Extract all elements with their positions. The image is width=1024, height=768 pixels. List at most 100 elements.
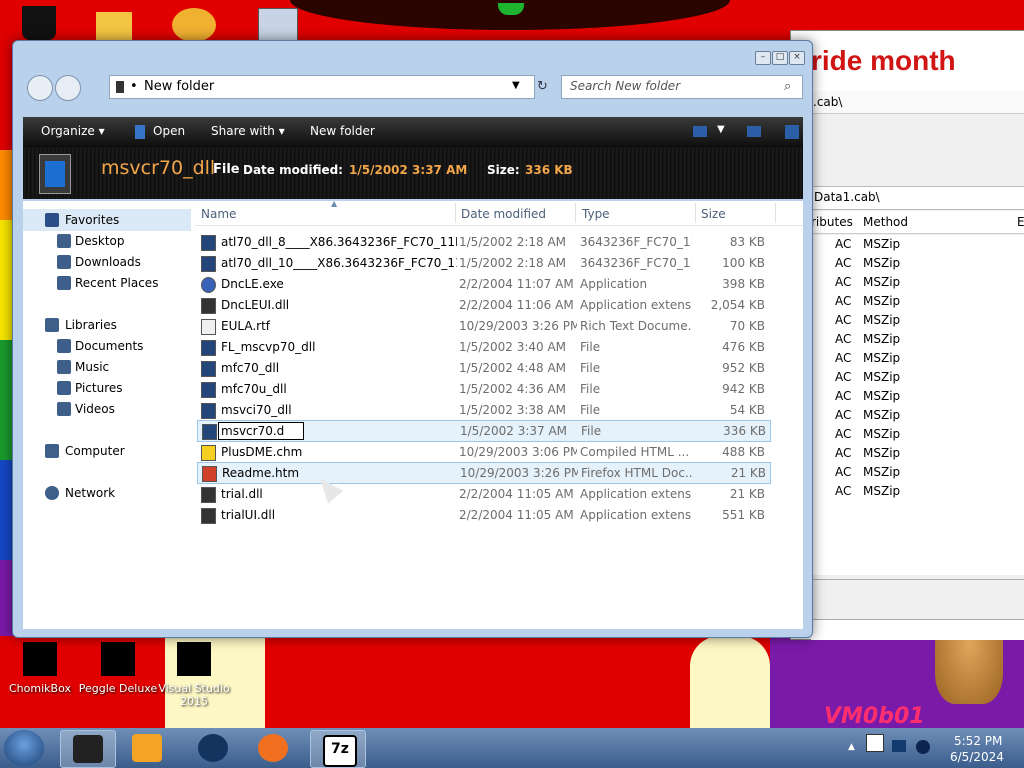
- details-pane: msvcr70_dll File Date modified: 1/5/2002…: [23, 147, 803, 199]
- list-item[interactable]: AC MSZip: [811, 330, 1024, 349]
- view-icon[interactable]: [693, 126, 707, 137]
- table-row[interactable]: FL_mscvp70_dll 1/5/2002 3:40 AM File 476…: [197, 337, 769, 357]
- desktop-icon-chomikbox[interactable]: ChomikBox: [0, 642, 80, 695]
- folder-icon[interactable]: [96, 12, 132, 42]
- list-item[interactable]: AC MSZip: [811, 311, 1024, 330]
- sidebar-item-downloads[interactable]: Downloads: [23, 252, 195, 272]
- videos-icon: [57, 402, 71, 416]
- column-header-date-modified[interactable]: Date modified: [461, 207, 546, 221]
- taskbar-explorer-button[interactable]: [60, 730, 116, 768]
- share-with-button[interactable]: Share with ▾: [211, 124, 285, 138]
- refresh-icon[interactable]: ↻: [537, 79, 548, 94]
- row-method: MSZip: [863, 484, 901, 498]
- control-panel-icon[interactable]: [258, 8, 298, 44]
- sidebar-item-documents[interactable]: Documents: [23, 336, 195, 356]
- background-address-bar[interactable]: .cab\: [791, 91, 1024, 114]
- column-header-type[interactable]: Type: [582, 207, 610, 221]
- table-row[interactable]: msvci70_dll 1/5/2002 3:38 AM File 54 KB: [197, 400, 769, 420]
- table-row[interactable]: mfc70u_dll 1/5/2002 4:36 AM File 942 KB: [197, 379, 769, 399]
- background-window[interactable]: ride month .cab\ Data1.cab\ ributes Meth…: [790, 30, 1024, 640]
- list-item[interactable]: AC MSZip: [811, 482, 1024, 501]
- list-item[interactable]: AC MSZip: [811, 444, 1024, 463]
- row-attr: AC: [835, 389, 852, 403]
- file-icon: [201, 382, 216, 398]
- close-button[interactable]: ×: [789, 51, 805, 65]
- file-size: 952 KB: [722, 361, 765, 375]
- sidebar-item-computer[interactable]: Computer: [23, 441, 195, 461]
- table-row[interactable]: DncLE.exe 2/2/2004 11:07 AM Application …: [197, 274, 769, 294]
- network-tray-icon[interactable]: [892, 740, 906, 752]
- dll-icon: [201, 487, 216, 503]
- column-header-method[interactable]: Method: [863, 215, 908, 229]
- taskbar-globe-button[interactable]: [186, 730, 240, 766]
- list-item[interactable]: AC MSZip: [811, 235, 1024, 254]
- list-item[interactable]: AC MSZip: [811, 406, 1024, 425]
- search-icon[interactable]: ⌕: [784, 79, 791, 94]
- table-row[interactable]: mfc70_dll 1/5/2002 4:48 AM File 952 KB: [197, 358, 769, 378]
- clock-date[interactable]: 6/5/2024: [950, 750, 1004, 764]
- desktop-icon-peggle[interactable]: Peggle Deluxe: [78, 642, 158, 695]
- explorer-window[interactable]: – □ × • New folder ▼ ↻ Search New folder…: [12, 40, 813, 638]
- sidebar-item-pictures[interactable]: Pictures: [23, 378, 195, 398]
- table-row[interactable]: atl70_dll_8____X86.3643236F_FC70_11D3_..…: [197, 232, 769, 252]
- list-item[interactable]: AC MSZip: [811, 292, 1024, 311]
- open-button[interactable]: Open: [153, 124, 185, 138]
- list-item[interactable]: AC MSZip: [811, 254, 1024, 273]
- back-button[interactable]: [27, 75, 53, 101]
- recycle-bin-icon[interactable]: [22, 6, 56, 40]
- table-row[interactable]: trialUI.dll 2/2/2004 11:05 AM Applicatio…: [197, 505, 769, 525]
- sidebar-item-favorites[interactable]: Favorites: [23, 210, 195, 230]
- search-input[interactable]: Search New folder ⌕: [561, 75, 803, 99]
- chevron-down-icon[interactable]: ▼: [717, 124, 725, 135]
- chevron-down-icon[interactable]: ▼: [512, 80, 520, 91]
- rtf-icon: [201, 319, 216, 335]
- minimize-button[interactable]: –: [755, 51, 771, 65]
- column-header-size[interactable]: Size: [701, 207, 726, 221]
- sidebar-item-recent-places[interactable]: Recent Places: [23, 273, 195, 293]
- preview-pane-icon[interactable]: [747, 126, 761, 137]
- breadcrumb-separator-icon[interactable]: •: [130, 79, 138, 94]
- table-row[interactable]: EULA.rtf 10/29/2003 3:26 PM Rich Text Do…: [197, 316, 769, 336]
- clock-time[interactable]: 5:52 PM: [954, 734, 1002, 748]
- list-item[interactable]: AC MSZip: [811, 349, 1024, 368]
- sidebar-item-music[interactable]: Music: [23, 357, 195, 377]
- organize-button[interactable]: Organize ▾: [41, 124, 105, 138]
- taskbar-media-player-button[interactable]: [120, 730, 174, 766]
- list-item[interactable]: AC MSZip: [811, 387, 1024, 406]
- sidebar-item-network[interactable]: Network: [23, 483, 195, 503]
- volume-icon[interactable]: [916, 740, 930, 754]
- sidebar-item-videos[interactable]: Videos: [23, 399, 195, 419]
- row-attr: AC: [835, 465, 852, 479]
- tray-expand-icon[interactable]: ▲: [848, 742, 855, 752]
- desktop-icon-visual-studio[interactable]: Visual Studio 2015: [154, 642, 234, 708]
- help-icon[interactable]: [785, 125, 799, 139]
- maximize-button[interactable]: □: [772, 51, 788, 65]
- column-header-attributes[interactable]: ributes: [811, 215, 853, 229]
- background-window-header: ride month: [791, 31, 1024, 91]
- new-folder-button[interactable]: New folder: [310, 124, 375, 138]
- taskbar-firefox-button[interactable]: [246, 730, 300, 766]
- list-item[interactable]: AC MSZip: [811, 425, 1024, 444]
- list-item[interactable]: AC MSZip: [811, 273, 1024, 292]
- table-row[interactable]: PlusDME.chm 10/29/2003 3:06 PM Compiled …: [197, 442, 769, 462]
- background-path-bar[interactable]: Data1.cab\: [811, 186, 1024, 210]
- table-row-hover[interactable]: Readme.htm 10/29/2003 3:26 PM Firefox HT…: [197, 462, 771, 484]
- address-bar[interactable]: • New folder ▼: [109, 75, 535, 99]
- column-header-name[interactable]: Name: [201, 207, 236, 221]
- peggle-top-icon[interactable]: [172, 8, 216, 42]
- breadcrumb[interactable]: New folder: [144, 79, 214, 94]
- table-row-selected[interactable]: 1/5/2002 3:37 AM File 336 KB: [197, 420, 771, 442]
- sidebar-item-desktop[interactable]: Desktop: [23, 231, 195, 251]
- sidebar-item-libraries[interactable]: Libraries: [23, 315, 195, 335]
- column-header-extra[interactable]: E: [1017, 215, 1024, 229]
- forward-button[interactable]: [55, 75, 81, 101]
- table-row[interactable]: atl70_dll_10____X86.3643236F_FC70_11D3..…: [197, 253, 769, 273]
- action-center-icon[interactable]: [866, 734, 884, 752]
- list-item[interactable]: AC MSZip: [811, 463, 1024, 482]
- list-item[interactable]: AC MSZip: [811, 368, 1024, 387]
- taskbar-7zip-button[interactable]: 7z: [310, 730, 366, 768]
- rename-input[interactable]: [218, 422, 304, 440]
- table-row[interactable]: trial.dll 2/2/2004 11:05 AM Application …: [197, 484, 769, 504]
- start-button[interactable]: [4, 730, 44, 766]
- table-row[interactable]: DncLEUI.dll 2/2/2004 11:06 AM Applicatio…: [197, 295, 769, 315]
